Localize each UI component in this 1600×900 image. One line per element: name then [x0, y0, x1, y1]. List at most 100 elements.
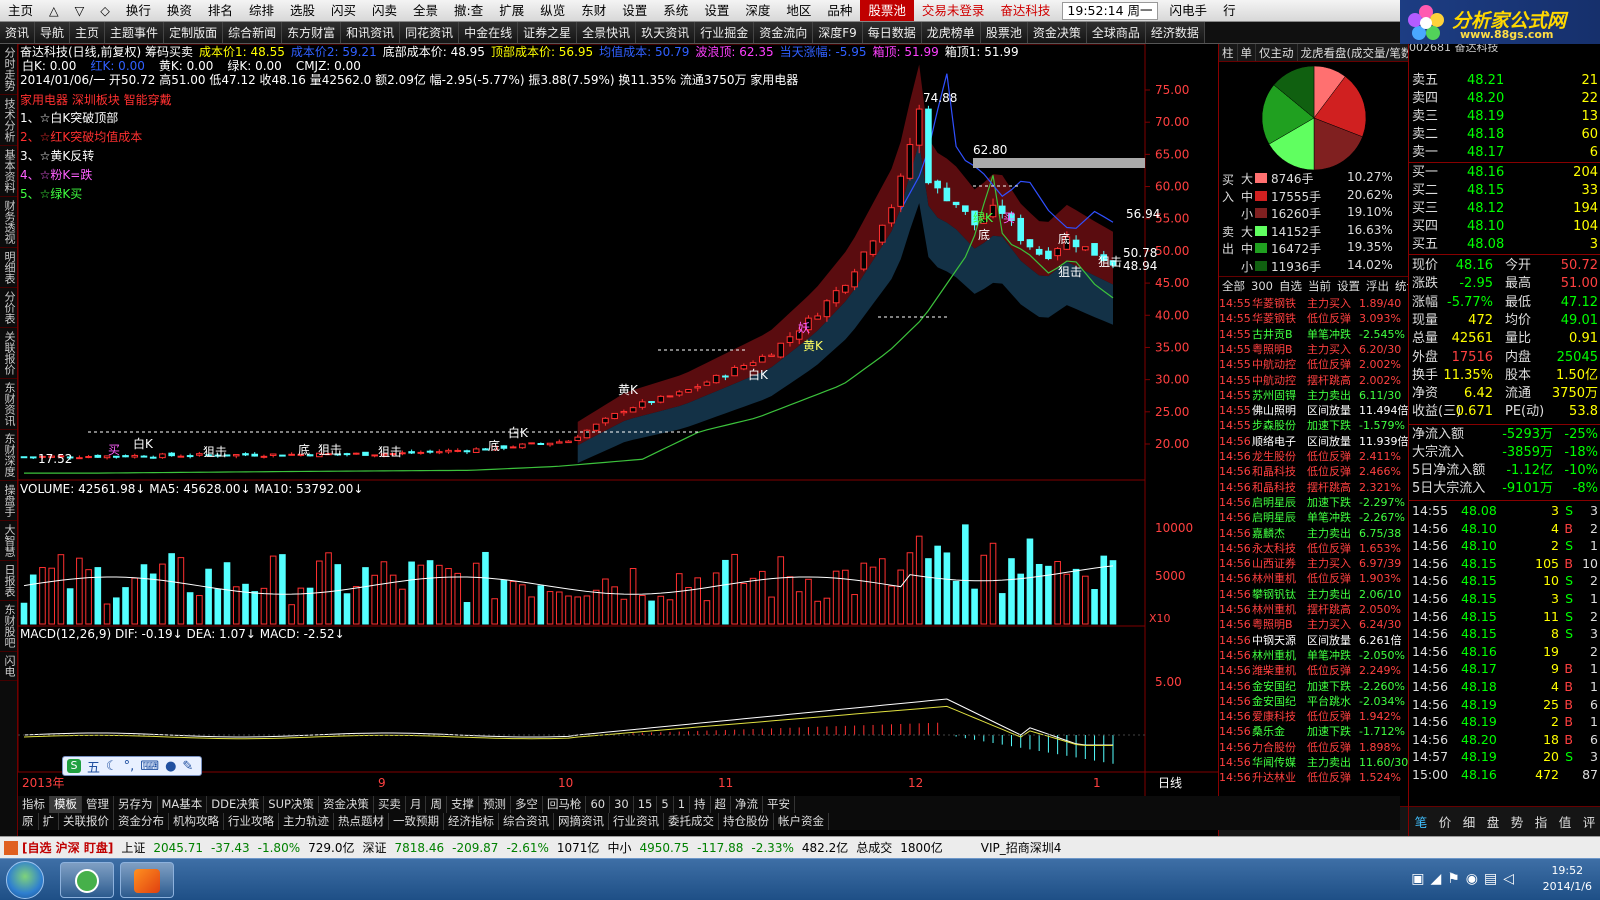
windows-start-icon[interactable] [6, 861, 44, 899]
flow-tab[interactable]: 龙虎看盘(成交量/笔数) [1298, 44, 1410, 61]
quote-bottom-tab[interactable]: 细 [1463, 812, 1476, 831]
menu-item[interactable]: 排名 [200, 0, 241, 21]
info-tab[interactable]: 玖天资讯 [636, 22, 696, 43]
vip-server-label[interactable]: VIP_招商深圳4 [977, 839, 1066, 856]
ticker-filter[interactable]: 当前 [1305, 277, 1334, 294]
info-tab[interactable]: 导航 [35, 22, 71, 43]
ticker-filter[interactable]: 浮出 [1363, 277, 1392, 294]
quote-bottom-tab[interactable]: 价 [1439, 812, 1452, 831]
left-tab[interactable]: 分时走势 [0, 44, 17, 95]
indicator-tab[interactable]: 周 [426, 796, 447, 813]
info-tab[interactable]: 中金在线 [459, 22, 519, 43]
alert-row[interactable]: 14:56 永太科技 低位反弹 1.653% [1219, 541, 1409, 556]
info-tab[interactable]: 龙虎榜单 [921, 22, 981, 43]
indicator-tab[interactable]: 1 [674, 796, 691, 813]
bottom-info-tab[interactable]: 行业攻略 [224, 813, 279, 830]
quote-bottom-tab[interactable]: 指 [1535, 812, 1548, 831]
menu-item[interactable]: 闪卖 [364, 0, 405, 21]
alert-row[interactable]: 14:56 嘉麟杰 主力卖出 6.75/38 [1219, 526, 1409, 541]
ticker-filter[interactable]: 全部 [1219, 277, 1248, 294]
user-icon[interactable]: ● [165, 759, 176, 774]
quote-bottom-tab[interactable]: 笔 [1415, 812, 1428, 831]
menu-item[interactable]: 设置 [696, 0, 737, 21]
alert-row[interactable]: 14:55 粤照明B 主力买入 6.20/30 [1219, 342, 1409, 357]
menu-item[interactable]: 主页 [0, 0, 41, 21]
ticker-filter[interactable]: 统计 [1392, 277, 1409, 294]
bottom-info-tab[interactable]: 帐户资金 [774, 813, 829, 830]
alert-row[interactable]: 14:56 顺络电子 区间放量 11.939倍 [1219, 434, 1409, 449]
punct-icon[interactable]: °, [124, 759, 135, 774]
alert-row[interactable]: 14:56 粤照明B 主力买入 6.24/30 [1219, 617, 1409, 632]
menu-item[interactable]: ▽ [67, 0, 93, 21]
bottom-info-tab[interactable]: 持仓股份 [719, 813, 774, 830]
info-tab[interactable]: 行业掘金 [695, 22, 755, 43]
bottom-info-tab[interactable]: 行业资讯 [609, 813, 664, 830]
keyboard-icon[interactable]: ⌨ [140, 759, 159, 774]
info-tab[interactable]: 主页 [70, 22, 106, 43]
indicator-tab[interactable]: MA基本 [158, 796, 208, 813]
menu-item[interactable]: 东财 [573, 0, 614, 21]
alert-row[interactable]: 14:55 中航动控 低位反弹 2.002% [1219, 357, 1409, 372]
left-tab[interactable]: 关联报价 [0, 328, 17, 379]
alert-row[interactable]: 14:55 华菱钢铁 主力买入 1.89/40 [1219, 296, 1409, 311]
info-tab[interactable]: 经济数据 [1145, 22, 1205, 43]
indicator-tab[interactable]: 指标 [18, 796, 50, 813]
alert-row[interactable]: 14:56 山西证券 主力买入 6.97/39 [1219, 556, 1409, 571]
bottom-info-tab[interactable]: 原 [18, 813, 39, 830]
indicator-tab[interactable]: SUP决策 [264, 796, 319, 813]
ticker-filter[interactable]: 300 [1248, 277, 1276, 294]
menu-item[interactable]: 换行 [118, 0, 159, 21]
period-label[interactable]: 日线 [1158, 776, 1182, 790]
menu-item[interactable]: 奋达科技 [992, 0, 1058, 21]
alert-ticker-list[interactable]: 14:55 华菱钢铁 主力买入 1.89/40 14:55 华菱钢铁 低位反弹 3.093% 1… [1219, 296, 1409, 786]
indicator-tab[interactable]: 平安 [763, 796, 796, 813]
left-tab[interactable]: 明细表 [0, 248, 17, 288]
indicator-tab[interactable]: 回马枪 [543, 796, 587, 813]
menu-item[interactable]: 设置 [614, 0, 655, 21]
indicator-tab[interactable]: 月 [406, 796, 427, 813]
bottom-info-tab[interactable]: 主力轨迹 [279, 813, 334, 830]
left-tab[interactable]: 基本资料 [0, 146, 17, 197]
quote-bottom-tab[interactable]: 评 [1583, 812, 1596, 831]
menu-item[interactable]: 闪买 [323, 0, 364, 21]
quote-bottom-tab[interactable]: 值 [1559, 812, 1572, 831]
menu-item[interactable]: 19:52:14 周一 [1062, 1, 1158, 20]
info-tab[interactable]: 同花资讯 [400, 22, 460, 43]
menu-item[interactable]: 纵览 [532, 0, 573, 21]
menu-item[interactable]: 品种 [819, 0, 860, 21]
alert-row[interactable]: 14:56 和晶科技 摆杆跳高 2.321% [1219, 480, 1409, 495]
alert-row[interactable]: 14:55 华菱钢铁 低位反弹 3.093% [1219, 311, 1409, 326]
menu-item[interactable]: 换资 [159, 0, 200, 21]
indicator-tab[interactable]: 支撑 [447, 796, 479, 813]
indicator-tab[interactable]: DDE决策 [207, 796, 265, 813]
info-tab[interactable]: 全球商品 [1086, 22, 1146, 43]
alert-row[interactable]: 14:56 林州重机 单笔冲跌 -2.050% [1219, 648, 1409, 663]
left-tab[interactable]: 东财资讯 [0, 379, 17, 430]
info-tab[interactable]: 资讯 [0, 22, 36, 43]
alert-row[interactable]: 14:55 古井贡B 单笔冲跌 -2.545% [1219, 327, 1409, 342]
ticker-filter[interactable]: 自选 [1276, 277, 1305, 294]
menu-item[interactable]: ◇ [92, 0, 118, 21]
quote-bottom-tab[interactable]: 势 [1511, 812, 1524, 831]
bottom-info-tab[interactable]: 机构攻略 [169, 813, 224, 830]
menu-item[interactable]: 全景 [405, 0, 446, 21]
menu-item[interactable]: 选股 [282, 0, 323, 21]
info-tab[interactable]: 每日数据 [862, 22, 922, 43]
bottom-info-tab[interactable]: 委托成交 [664, 813, 719, 830]
indicator-tab[interactable]: 30 [610, 796, 634, 813]
alert-row[interactable]: 14:56 爱康科技 低位反弹 1.942% [1219, 709, 1409, 724]
moon-icon[interactable]: ☾ [106, 759, 118, 774]
bottom-info-tab[interactable]: 资金分布 [114, 813, 169, 830]
ime-toolbar[interactable]: S 五 ☾ °, ⌨ ● ✎ [62, 756, 202, 776]
alert-row[interactable]: 14:56 金安国纪 加速下跌 -2.260% [1219, 679, 1409, 694]
info-tab[interactable]: 深度F9 [813, 22, 863, 43]
menu-item[interactable]: 扩展 [491, 0, 532, 21]
alert-row[interactable]: 14:56 潍柴重机 低位反弹 2.249% [1219, 663, 1409, 678]
left-tab[interactable]: 日报表 [0, 561, 17, 601]
alert-row[interactable]: 14:55 中航动控 摆杆跳高 2.002% [1219, 373, 1409, 388]
ime-mode[interactable]: 五 [87, 757, 100, 776]
info-tab[interactable]: 资金流向 [754, 22, 814, 43]
ticker-filter[interactable]: 设置 [1334, 277, 1363, 294]
system-clock[interactable]: 19:52 2014/1/6 [1543, 863, 1592, 895]
alert-row[interactable]: 14:56 和晶科技 低位反弹 2.466% [1219, 464, 1409, 479]
